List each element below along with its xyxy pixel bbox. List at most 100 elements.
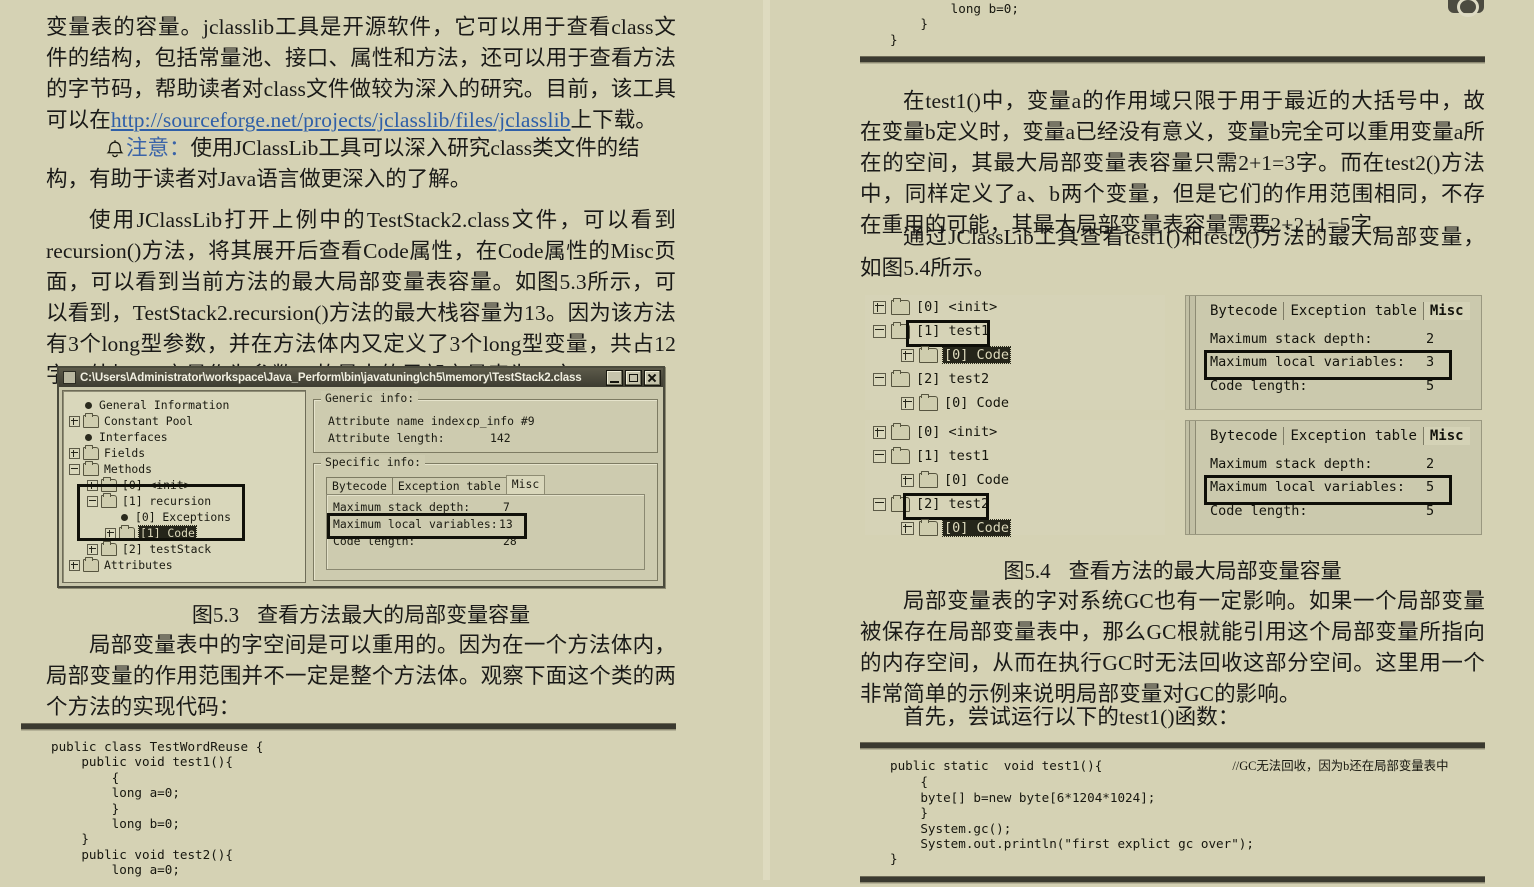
jclasslib-download-link[interactable]: http://sourceforge.net/projects/jclassli… <box>111 108 571 132</box>
generic-info-title: Generic info: <box>321 391 419 405</box>
code-length-key: Code length: <box>1210 378 1308 394</box>
tab-misc[interactable]: Misc <box>505 475 546 494</box>
maximize-button[interactable] <box>625 369 642 386</box>
jclasslib-window-fig53[interactable]: C:\Users\Administrator\workspace\Java_Pe… <box>57 366 665 588</box>
code-rule-bottom <box>860 875 1485 883</box>
fig54-tree-1[interactable]: [0] <init> [1] test1 [0] Code [2] test2 … <box>865 295 1165 411</box>
expander-icon[interactable] <box>901 396 914 410</box>
jclasslib-title-bar[interactable]: C:\Users\Administrator\workspace\Java_Pe… <box>59 368 663 387</box>
attribute-name-index-value[interactable]: cp_info #9 <box>466 414 535 428</box>
tree-item-general-information[interactable]: General Information <box>69 397 305 413</box>
fig54-tree-2[interactable]: [0] <init> [1] test1 [0] Code [2] test2 … <box>865 420 1165 537</box>
tab-misc[interactable]: Misc <box>1423 302 1470 320</box>
expander-icon[interactable] <box>901 521 914 535</box>
tree-item-constant-pool[interactable]: Constant Pool <box>69 412 305 429</box>
fig54-tabs-1[interactable]: Bytecode Exception table Misc <box>1204 302 1470 320</box>
tree-item-label: Constant Pool <box>104 414 194 428</box>
fig54-misc-pane-1: Bytecode Exception table Misc Maximum st… <box>1185 295 1482 410</box>
pane-scrollbar-1[interactable] <box>1186 296 1196 409</box>
fig54-tabs-2[interactable]: Bytecode Exception table Misc <box>1204 427 1470 445</box>
tab-bytecode[interactable]: Bytecode <box>1204 427 1285 445</box>
expander-icon[interactable] <box>873 497 886 511</box>
folder-icon <box>919 470 938 488</box>
max-stack-depth-key: Maximum stack depth: <box>1210 456 1373 472</box>
tree-item-label: [0] Code <box>941 346 1012 364</box>
expander-icon[interactable] <box>69 447 80 459</box>
paragraph-jclasslib-usage: 使用JClassLib打开上例中的TestStack2.class文件，可以看到… <box>46 208 676 387</box>
figure-54-panel-2: [0] <init> [1] test1 [0] Code [2] test2 … <box>865 420 1482 537</box>
attribute-detail-pane: Generic info: Attribute name index: cp_i… <box>311 390 660 583</box>
tree-item-test1[interactable]: [1] test1 <box>865 444 1165 468</box>
bullet-icon <box>85 401 92 409</box>
expander-icon <box>69 401 78 410</box>
code-block-gc-test1: public static void test1(){//GC无法回收，因为b还… <box>860 742 1485 883</box>
tree-item-attributes[interactable]: Attributes <box>69 556 305 573</box>
folder-icon <box>83 460 99 476</box>
test1-highlight-box <box>906 320 990 347</box>
attribute-length-key: Attribute length: <box>328 431 445 445</box>
tree-item-label: Attributes <box>104 558 173 572</box>
expander-icon[interactable] <box>901 348 914 362</box>
close-button[interactable] <box>644 369 661 386</box>
code-gc-test1-head: public static void test1(){ <box>890 758 1103 773</box>
tree-item-method-teststack[interactable]: [2] testStack <box>69 540 305 557</box>
expander-icon[interactable] <box>873 300 886 314</box>
paragraph-scope-explanation: 在test1()中，变量a的作用域只限于用于最近的大括号中，故在变量b定义时，变… <box>860 89 1485 237</box>
code-gc-test1: public static void test1(){//GC无法回收，因为b还… <box>860 749 1485 876</box>
folder-icon <box>891 422 910 440</box>
tree-item-init[interactable]: [0] <init> <box>865 295 1165 319</box>
specific-info-group: Specific info: Bytecode Exception table … <box>313 455 658 581</box>
tree-item-label: Methods <box>104 462 153 476</box>
generic-info-group: Generic info: Attribute name index: cp_i… <box>313 391 658 453</box>
expander-icon[interactable] <box>873 372 886 386</box>
figure-54-caption: 图5.4 查看方法的最大局部变量容量 <box>860 558 1485 584</box>
expander-icon <box>69 433 78 442</box>
tree-item-test1-code[interactable]: [0] Code <box>865 468 1165 492</box>
tree-item-label: [0] Code <box>941 519 1012 537</box>
tree-item-test1-selected[interactable]: [1] test1 <box>865 319 1165 347</box>
figure-53-caption-text: 查看方法最大的局部变量容量 <box>257 603 531 627</box>
paragraph-intro: 变量表的容量。jclasslib工具是开源软件，它可以用于查看class文件的结… <box>46 12 676 136</box>
expander-icon[interactable] <box>873 324 886 338</box>
tree-item-fields[interactable]: Fields <box>69 444 305 461</box>
tree-item-interfaces[interactable]: Interfaces <box>69 429 305 445</box>
tree-item-label: [2] testStack <box>122 542 212 556</box>
max-local-variables-highlight-box <box>327 513 527 539</box>
test2-highlight-box <box>903 493 989 520</box>
right-page-column: long b=0; } } 在test1()中，变量a的作用域只限于用于最近的大… <box>770 0 1490 883</box>
tab-bytecode[interactable]: Bytecode <box>1204 302 1285 320</box>
note-block: 注意：使用JClassLib工具可以深入研究class类文件的结构，有助于读者对… <box>46 133 676 195</box>
max-stack-depth-key: Maximum stack depth: <box>333 500 471 514</box>
pane-scrollbar-2[interactable] <box>1186 421 1196 534</box>
jclasslib-window-body: General Information Constant Pool Interf… <box>62 390 660 583</box>
tab-bytecode[interactable]: Bytecode <box>326 477 393 494</box>
tree-item-test2[interactable]: [2] test2 <box>865 367 1165 391</box>
tab-misc[interactable]: Misc <box>1423 427 1470 445</box>
tree-item-init[interactable]: [0] <init> <box>865 420 1165 444</box>
expander-icon[interactable] <box>69 559 80 571</box>
specific-info-title: Specific info: <box>321 455 426 469</box>
tree-item-test2-selected[interactable]: [2] test2 <box>865 492 1165 520</box>
attribute-tabs[interactable]: Bytecode Exception table Misc <box>326 475 546 494</box>
code-testwordreuse: public class TestWordReuse { public void… <box>51 739 264 878</box>
figure-53-caption-number: 图5.3 <box>191 603 240 627</box>
app-icon <box>63 371 76 384</box>
code-length-key: Code length: <box>1210 503 1308 519</box>
class-structure-tree[interactable]: General Information Constant Pool Interf… <box>62 390 306 583</box>
minimize-button[interactable] <box>606 369 623 386</box>
figure-53-caption: 图5.3 查看方法最大的局部变量容量 <box>46 602 676 628</box>
expander-icon[interactable] <box>69 415 80 427</box>
misc-tab-pane: Maximum stack depth: 7 Maximum local var… <box>326 494 645 570</box>
tab-exception-table[interactable]: Exception table <box>1284 302 1424 320</box>
expander-icon[interactable] <box>901 473 914 487</box>
bell-icon <box>104 137 126 158</box>
expander-icon[interactable] <box>873 425 886 439</box>
expander-icon[interactable] <box>69 463 80 475</box>
tree-item-test2-code[interactable]: [0] Code <box>865 391 1165 415</box>
expander-icon[interactable] <box>873 449 886 463</box>
expander-icon[interactable] <box>87 543 98 555</box>
folder-icon <box>101 540 117 556</box>
tab-exception-table[interactable]: Exception table <box>391 477 507 494</box>
tab-exception-table[interactable]: Exception table <box>1284 427 1424 445</box>
tree-item-methods[interactable]: Methods <box>69 460 305 477</box>
